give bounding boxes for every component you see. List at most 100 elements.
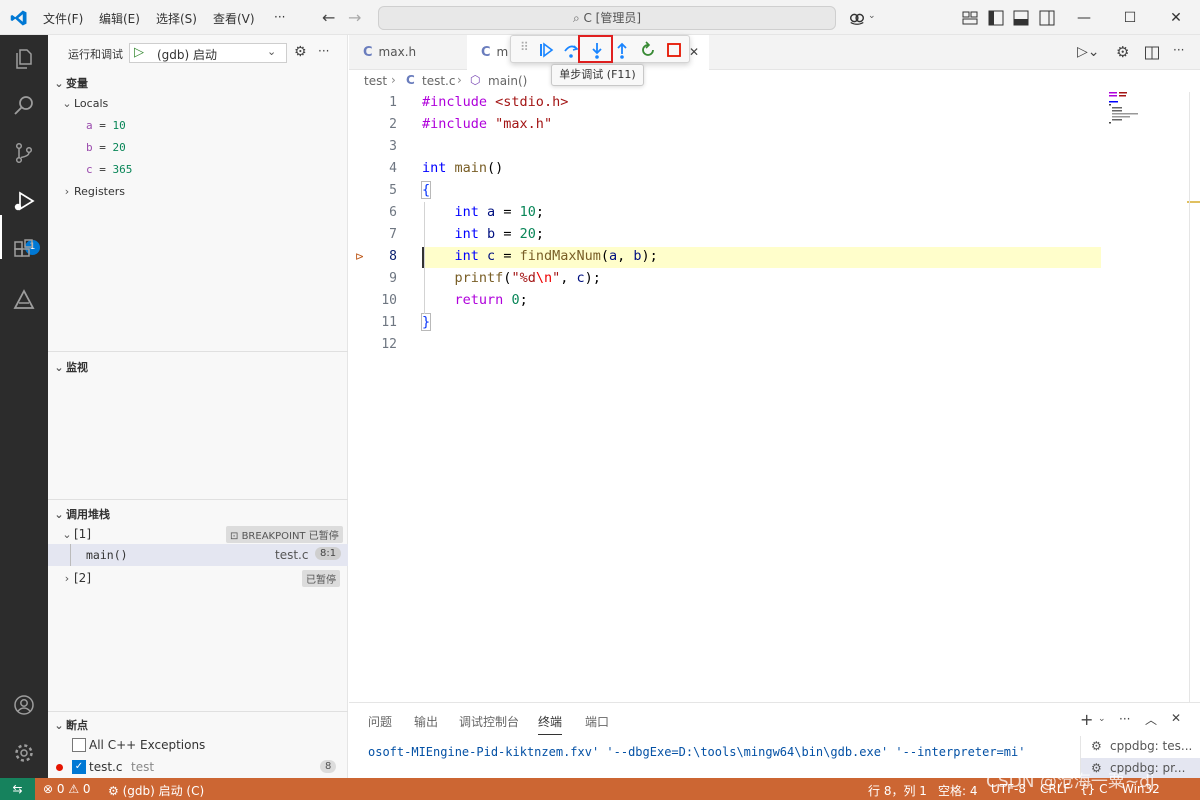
- remote-indicator-icon[interactable]: ⇆: [0, 778, 35, 800]
- variable-value: 365: [112, 163, 133, 176]
- menu-view[interactable]: 查看(V): [213, 10, 255, 27]
- back-arrow-icon[interactable]: ←: [322, 8, 335, 27]
- line-number: 5: [389, 183, 397, 198]
- breadcrumb: test › C test.c › ⬡ main(): [349, 70, 1109, 92]
- active-indicator: [0, 215, 2, 259]
- split-editor-icon[interactable]: [1144, 45, 1160, 61]
- line-number: 7: [389, 227, 397, 242]
- menu-more[interactable]: ···: [274, 10, 285, 24]
- activity-bar: 1: [0, 35, 48, 778]
- customize-layout-icon[interactable]: [961, 9, 979, 27]
- variable-row[interactable]: c = 365: [86, 163, 132, 176]
- menu-selection[interactable]: 选择(S): [156, 10, 197, 27]
- breadcrumb-symbol[interactable]: main(): [488, 74, 527, 88]
- close-tab-icon[interactable]: ✕: [689, 45, 699, 59]
- code-editor[interactable]: ⊳ 1 2 3 4 5 6 7 8 9 10 11 12 #include <s…: [349, 92, 1109, 702]
- line-number: 6: [389, 205, 397, 220]
- error-count: 0: [56, 782, 65, 796]
- c-file-icon: C: [481, 45, 491, 60]
- debug-config-select[interactable]: ▷ (gdb) 启动 ⌄: [129, 43, 287, 63]
- run-debug-dropdown-icon[interactable]: ▷⌄: [1077, 44, 1100, 60]
- stop-icon[interactable]: [664, 40, 684, 60]
- maximize-panel-icon[interactable]: ︿: [1145, 711, 1157, 728]
- chevron-right-icon: ›: [391, 73, 396, 87]
- indentation[interactable]: 空格: 4: [938, 782, 978, 799]
- debug-config-status[interactable]: ⚙ (gdb) 启动 (C): [108, 782, 204, 799]
- minimize-icon[interactable]: —: [1074, 8, 1094, 28]
- testing-icon[interactable]: [12, 288, 36, 312]
- chevron-down-icon[interactable]: ⌄: [868, 11, 876, 21]
- more-actions-icon[interactable]: ···: [1173, 43, 1184, 57]
- registers-scope[interactable]: › Registers: [60, 185, 125, 198]
- breakpoints-section-header[interactable]: ⌄ 断点: [52, 717, 88, 733]
- variable-row[interactable]: b = 20: [86, 141, 126, 154]
- more-actions-icon[interactable]: ···: [318, 44, 329, 58]
- tab-max-h[interactable]: Cmax.h: [349, 35, 467, 70]
- panel-tab-output[interactable]: 输出: [414, 713, 438, 730]
- new-terminal-icon[interactable]: +: [1080, 710, 1093, 729]
- menu-edit[interactable]: 编辑(E): [99, 10, 140, 27]
- variable-row[interactable]: a = 10: [86, 119, 126, 132]
- source-control-icon[interactable]: [12, 141, 36, 165]
- gear-icon[interactable]: ⚙: [1116, 43, 1129, 61]
- explorer-icon[interactable]: [12, 47, 36, 71]
- pause-icon: ⊡: [230, 531, 242, 542]
- command-center-label: C [管理员]: [583, 11, 642, 25]
- panel-tab-debug-console[interactable]: 调试控制台: [459, 713, 519, 730]
- thread-row[interactable]: ⌄ [1]: [60, 527, 91, 541]
- callstack-section-header[interactable]: ⌄ 调用堆栈: [52, 506, 110, 522]
- stack-frame-row[interactable]: main() test.c 8:1: [48, 544, 348, 566]
- account-icon[interactable]: [12, 693, 36, 717]
- chevron-down-icon: ⌄: [62, 528, 72, 541]
- menu-file[interactable]: 文件(F): [43, 10, 83, 27]
- vscode-logo-icon: [10, 10, 27, 26]
- chevron-down-icon[interactable]: ⌄: [1098, 714, 1106, 724]
- extensions-icon[interactable]: [12, 238, 36, 262]
- terminal-item[interactable]: ⚙ cppdbg: tes...: [1081, 736, 1200, 757]
- command-center[interactable]: ⌕ C [管理员]: [378, 6, 836, 30]
- cursor-position[interactable]: 行 8，列 1: [868, 782, 927, 799]
- chevron-down-icon: ⌄: [54, 719, 64, 732]
- panel-tab-terminal[interactable]: 终端: [538, 713, 563, 735]
- toggle-primary-sidebar-icon[interactable]: [987, 9, 1005, 27]
- watch-section-header[interactable]: ⌄ 监视: [52, 359, 88, 375]
- restart-icon[interactable]: [638, 40, 658, 60]
- more-actions-icon[interactable]: ···: [1119, 712, 1130, 726]
- maximize-icon[interactable]: ☐: [1120, 8, 1140, 28]
- gear-icon[interactable]: ⚙: [294, 44, 307, 60]
- gear-icon[interactable]: [12, 741, 36, 765]
- drag-handle-icon[interactable]: ⠿: [520, 40, 529, 54]
- thread-row[interactable]: › [2]: [60, 571, 91, 585]
- run-debug-icon[interactable]: [12, 190, 36, 214]
- line-number: 11: [381, 315, 397, 330]
- close-panel-icon[interactable]: ✕: [1171, 711, 1181, 725]
- forward-arrow-icon[interactable]: →: [348, 8, 361, 27]
- start-debug-icon[interactable]: ▷: [134, 45, 144, 60]
- panel-tab-ports[interactable]: 端口: [585, 713, 609, 730]
- toggle-panel-icon[interactable]: [1012, 9, 1030, 27]
- variables-section-header[interactable]: ⌄ 变量: [52, 75, 88, 91]
- scrollbar-track[interactable]: [1189, 92, 1190, 702]
- problems-indicator[interactable]: ⊗ 0 ⚠ 0: [43, 782, 91, 796]
- bug-icon: ⚙: [1091, 739, 1102, 753]
- step-out-icon[interactable]: [612, 40, 632, 60]
- panel-tab-problems[interactable]: 问题: [368, 713, 392, 730]
- section-divider: [48, 499, 348, 500]
- terminal-output[interactable]: osoft-MIEngine-Pid-kiktnzem.fxv' '--dbgE…: [368, 745, 1025, 759]
- c-file-icon: C: [406, 73, 415, 87]
- search-icon[interactable]: [12, 93, 36, 117]
- continue-icon[interactable]: [536, 40, 556, 60]
- warning-count: 0: [82, 782, 91, 796]
- toggle-secondary-sidebar-icon[interactable]: [1038, 9, 1056, 27]
- exceptions-checkbox[interactable]: [72, 738, 86, 752]
- minimap[interactable]: [1109, 92, 1189, 212]
- breadcrumb-folder[interactable]: test: [364, 74, 387, 88]
- breadcrumb-file[interactable]: test.c: [422, 74, 455, 88]
- variable-value: 20: [112, 141, 126, 154]
- copilot-icon[interactable]: [848, 9, 866, 27]
- frame-position: 8:1: [315, 547, 342, 560]
- breakpoint-checkbox[interactable]: ✓: [72, 760, 86, 774]
- locals-scope[interactable]: ⌄ Locals: [60, 97, 108, 110]
- line-number: 10: [381, 293, 397, 308]
- close-icon[interactable]: ✕: [1166, 8, 1186, 28]
